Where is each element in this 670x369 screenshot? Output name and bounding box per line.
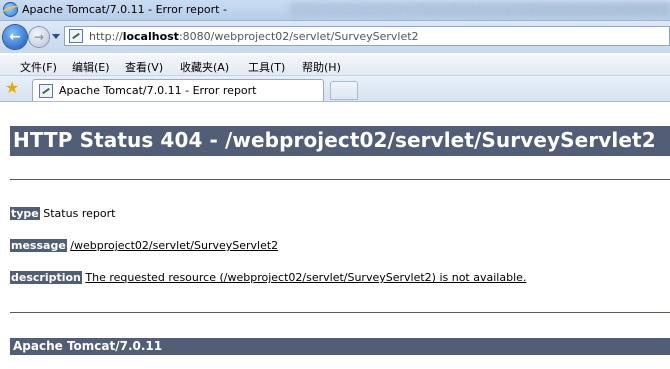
description-label: description: [10, 271, 82, 284]
divider-top: [10, 179, 670, 180]
status-heading: HTTP Status 404 - /webproject02/servlet/…: [13, 128, 656, 152]
menu-item-edit[interactable]: 编辑(E): [72, 59, 110, 75]
window-title-bar: Apache Tomcat/7.0.11 - Error report -: [0, 0, 670, 21]
message-label: message: [10, 239, 67, 252]
menu-bar: 文件(F) 编辑(E) 查看(V) 收藏夹(A) 工具(T) 帮助(H): [0, 55, 670, 76]
description-value: The requested resource (/webproject02/se…: [85, 271, 527, 284]
menu-item-file[interactable]: 文件(F): [20, 59, 57, 75]
url-prefix: http://: [89, 30, 123, 43]
type-row: type Status report: [10, 207, 115, 220]
page-favicon-icon: [69, 29, 83, 43]
url-rest: :8080/webproject02/servlet/SurveyServlet…: [178, 30, 419, 43]
address-url[interactable]: http://localhost:8080/webproject02/servl…: [89, 30, 419, 43]
message-value: /webproject02/servlet/SurveyServlet2: [70, 239, 279, 252]
back-arrow-icon: ←: [9, 29, 21, 45]
back-button[interactable]: ←: [3, 25, 27, 49]
favorites-star-icon[interactable]: ★: [5, 80, 21, 96]
type-label: type: [10, 207, 40, 220]
menu-item-help[interactable]: 帮助(H): [302, 59, 341, 75]
menu-item-tools[interactable]: 工具(T): [248, 59, 285, 75]
status-heading-bar: HTTP Status 404 - /webproject02/servlet/…: [10, 126, 670, 156]
divider-bottom: [10, 312, 670, 313]
tab-favicon-icon: [39, 84, 53, 98]
message-row: message /webproject02/servlet/SurveyServ…: [10, 239, 278, 252]
new-tab-button[interactable]: [330, 81, 358, 100]
type-value: Status report: [43, 207, 116, 220]
navigation-bar: ← → http://localhost:8080/webproject02/s…: [0, 21, 670, 53]
title-bar-blurred-area: [290, 2, 670, 16]
history-dropdown-chevron-icon[interactable]: [52, 34, 60, 39]
tab-active[interactable]: Apache Tomcat/7.0.11 - Error report: [32, 79, 324, 101]
forward-arrow-icon: →: [33, 30, 45, 44]
description-row: description The requested resource (/web…: [10, 271, 526, 284]
menu-item-view[interactable]: 查看(V): [125, 59, 163, 75]
server-footer: Apache Tomcat/7.0.11: [13, 339, 163, 353]
ie-icon: [3, 2, 18, 17]
tab-row: ★ Apache Tomcat/7.0.11 - Error report: [0, 76, 670, 102]
page-content: HTTP Status 404 - /webproject02/servlet/…: [0, 102, 670, 369]
tab-label: Apache Tomcat/7.0.11 - Error report: [59, 84, 257, 97]
url-host: localhost: [122, 30, 179, 43]
window-title: Apache Tomcat/7.0.11 - Error report -: [22, 3, 227, 16]
address-bar[interactable]: http://localhost:8080/webproject02/servl…: [64, 26, 670, 46]
server-footer-bar: Apache Tomcat/7.0.11: [10, 338, 670, 355]
forward-button[interactable]: →: [29, 27, 49, 47]
menu-item-favorites[interactable]: 收藏夹(A): [180, 59, 229, 75]
